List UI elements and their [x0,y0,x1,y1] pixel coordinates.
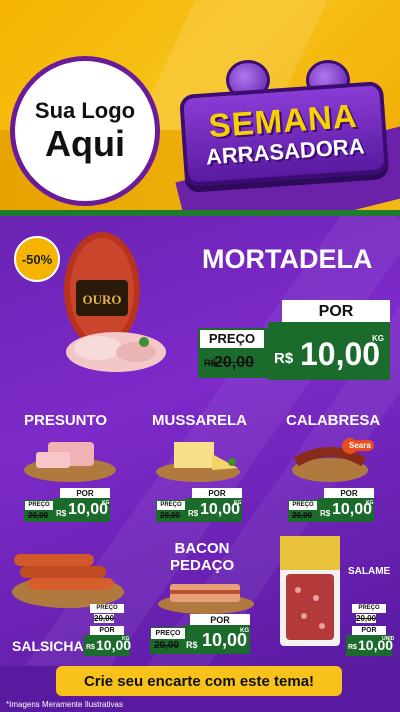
preco-label: PREÇO [25,501,53,510]
unit-label: KG [372,334,384,343]
preco-label: PREÇO [151,628,185,639]
old-price: 20,00 [292,511,313,520]
old-price: 20,00 [356,614,377,623]
disclaimer: *Imagens Meramente Ilustrativas [6,700,123,709]
logo-line1: Sua Logo [34,98,136,123]
price-value: 10,00 [300,336,381,372]
brand-ouro: OURO [83,292,122,307]
preco-label: PREÇO [352,604,386,613]
logo-placeholder[interactable]: Sua Logo Aqui [10,56,160,206]
preco-label: PREÇO [289,501,317,510]
product-name-line2: PEDAÇO [170,557,235,574]
salame-image [280,536,340,646]
currency: R$ [188,509,199,518]
mussarela-image [156,442,240,482]
brand-seara: Seara [346,440,374,451]
unit-label: KG [122,636,130,642]
old-price: 20,00 [28,511,49,520]
unit-label: KG [366,500,374,506]
featured-price-tag: POR PREÇO R$ 20,00 R$ 10,00 KG [198,300,390,380]
unit-label: KG [240,628,249,634]
por-label: POR [282,300,390,324]
por-label: POR [90,626,124,635]
product-name-mussarela: MUSSARELA [152,412,248,429]
price-tag-salame: PREÇO 20,00 POR R$ 10,00 UNID [346,604,395,656]
preco-label: PREÇO [90,604,124,613]
price-tag-salsicha: PREÇO 20,00 POR R$ 10,00 KG [84,604,131,656]
discount-badge: -50% [14,236,60,282]
product-name-calabresa: CALABRESA [286,412,381,429]
currency: R$ [86,644,95,651]
product-name-presunto: PRESUNTO [24,412,108,429]
mortadela-image: OURO [64,232,166,372]
old-price: 20,00 [160,511,181,520]
featured-name: MORTADELA [202,244,373,274]
price-tag-mussarela: POR PREÇO 20,00 R$ 10,00 KG [156,488,242,522]
presunto-image [24,442,116,482]
unit-label: UNID [382,636,395,642]
campaign-banner: SEMANA ARRASADORA [179,80,389,188]
preco-label: PREÇO [200,330,264,348]
unit-label: KG [234,500,242,506]
salsicha-image [12,554,124,608]
currency: R$ [186,640,198,650]
por-label: POR [352,626,386,635]
product-name-bacon: BACON PEDAÇO [170,540,234,574]
price-tag-bacon: POR PREÇO 20,00 R$ 10,00 KG [150,614,250,654]
preco-label: PREÇO [157,501,185,510]
currency: R$ [56,509,67,518]
price-tag-presunto: POR PREÇO 20,00 R$ 10,00 KG [24,488,110,522]
product-name-salsicha: SALSICHA [12,638,84,654]
bacon-image [158,584,254,614]
cta-button[interactable]: Crie seu encarte com este tema! [56,666,342,696]
currency: R$ [320,509,331,518]
product-name-line1: BACON [174,540,230,557]
unit-label: KG [102,500,110,506]
old-price: 20,00 [154,640,180,651]
old-price: 20,00 [94,614,115,623]
price-tag-calabresa: POR PREÇO 20,00 R$ 10,00 KG [288,488,374,522]
logo-line2: Aqui [45,123,125,164]
currency: R$ [348,644,357,651]
currency: R$ [274,350,294,367]
old-price: 20,00 [214,354,255,371]
product-name-salame: SALAME [348,566,391,577]
